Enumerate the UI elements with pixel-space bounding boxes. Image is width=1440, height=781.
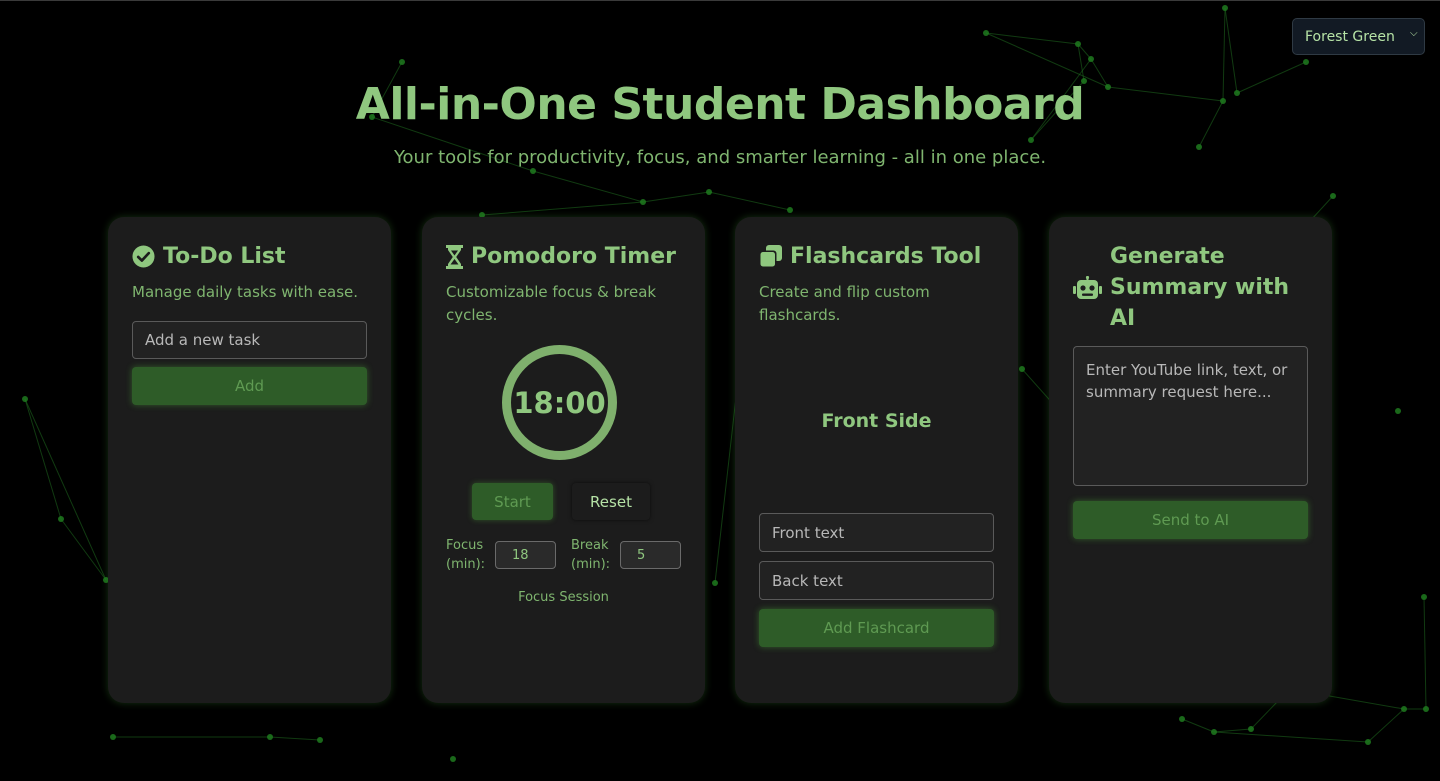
- add-flashcard-button[interactable]: Add Flashcard: [759, 609, 994, 647]
- theme-select[interactable]: Forest Green: [1292, 18, 1425, 55]
- pomodoro-title: Pomodoro Timer: [446, 241, 681, 272]
- robot-icon: [1073, 275, 1102, 299]
- flashcards-card: Flashcards Tool Create and flip custom f…: [735, 217, 1018, 703]
- ai-request-textarea[interactable]: [1073, 346, 1308, 486]
- network-line: [1423, 596, 1427, 710]
- focus-duration-label: Focus (min):: [446, 536, 485, 574]
- network-node: [706, 189, 712, 195]
- network-line: [1250, 699, 1280, 730]
- pomodoro-card: Pomodoro Timer Customizable focus & brea…: [422, 217, 705, 703]
- network-node: [1423, 706, 1429, 712]
- page-subtitle: Your tools for productivity, focus, and …: [393, 147, 1047, 168]
- network-node: [787, 207, 793, 213]
- timer-display: 18:00: [513, 385, 606, 420]
- todo-title: To-Do List: [132, 241, 367, 272]
- network-node: [1222, 5, 1228, 11]
- network-node: [1421, 594, 1427, 600]
- network-node: [1330, 193, 1336, 199]
- network-node: [1088, 56, 1094, 62]
- ai-summary-card: Generate Summary with AI Send to AI: [1049, 217, 1332, 703]
- network-line: [1367, 708, 1405, 743]
- network-line: [642, 191, 710, 203]
- network-line: [481, 201, 644, 216]
- network-node: [450, 756, 456, 762]
- network-node: [317, 737, 323, 743]
- todo-card: To-Do List Manage daily tasks with ease.…: [108, 217, 391, 703]
- send-to-ai-button[interactable]: Send to AI: [1073, 501, 1308, 539]
- network-line: [985, 32, 1079, 45]
- network-node: [1365, 739, 1371, 745]
- network-node: [1395, 408, 1401, 414]
- check-circle-icon: [132, 245, 155, 268]
- back-text-input[interactable]: [759, 561, 994, 600]
- task-input[interactable]: [132, 321, 367, 359]
- focus-label-line2: (min):: [446, 557, 486, 572]
- network-node: [1019, 366, 1025, 372]
- break-label-line1: Break: [571, 538, 609, 553]
- pomodoro-description: Customizable focus & break cycles.: [446, 283, 657, 324]
- network-node: [1401, 706, 1407, 712]
- network-line: [1213, 728, 1252, 733]
- add-task-button[interactable]: Add: [132, 367, 367, 405]
- network-node: [22, 396, 28, 402]
- flashcard-face[interactable]: Front Side: [735, 410, 1018, 432]
- hourglass-icon: [446, 244, 463, 269]
- ai-summary-title: Generate Summary with AI: [1073, 241, 1308, 334]
- network-node: [1179, 716, 1185, 722]
- page-title: All-in-One Student Dashboard: [355, 79, 1085, 130]
- network-line: [532, 170, 644, 203]
- session-status: Focus Session: [518, 590, 609, 605]
- flashcards-title-text: Flashcards Tool: [790, 244, 982, 269]
- network-line: [708, 191, 791, 211]
- network-node: [110, 734, 116, 740]
- network-line: [269, 736, 321, 741]
- network-line: [24, 398, 107, 581]
- network-node: [530, 168, 536, 174]
- timer-ring: 18:00: [502, 345, 617, 460]
- focus-label-line1: Focus: [446, 538, 484, 553]
- break-minutes-input[interactable]: [620, 541, 681, 569]
- network-line: [1213, 731, 1369, 743]
- network-node: [267, 734, 273, 740]
- network-node: [1248, 726, 1254, 732]
- network-node: [399, 59, 405, 65]
- flashcards-title: Flashcards Tool: [759, 241, 994, 272]
- flashcards-description: Create and flip custom flashcards.: [759, 283, 930, 324]
- front-text-input[interactable]: [759, 513, 994, 552]
- ai-summary-title-text: Generate Summary with AI: [1110, 244, 1290, 331]
- break-duration-label: Break (min):: [571, 536, 610, 574]
- network-line: [60, 518, 107, 581]
- network-line: [1181, 718, 1215, 733]
- network-node: [1211, 729, 1217, 735]
- todo-title-text: To-Do List: [163, 244, 286, 269]
- network-node: [1028, 137, 1034, 143]
- network-node: [712, 580, 718, 586]
- network-node: [640, 199, 646, 205]
- network-node: [1075, 41, 1081, 47]
- reset-button[interactable]: Reset: [572, 483, 650, 520]
- focus-minutes-input[interactable]: [495, 541, 556, 569]
- start-button[interactable]: Start: [472, 483, 553, 520]
- network-node: [983, 30, 989, 36]
- network-node: [1303, 59, 1309, 65]
- network-node: [58, 516, 64, 522]
- pomodoro-title-text: Pomodoro Timer: [471, 244, 677, 269]
- network-line: [24, 398, 62, 520]
- todo-description: Manage daily tasks with ease.: [132, 283, 359, 301]
- cards-stack-icon: [759, 245, 782, 268]
- break-label-line2: (min):: [571, 557, 611, 572]
